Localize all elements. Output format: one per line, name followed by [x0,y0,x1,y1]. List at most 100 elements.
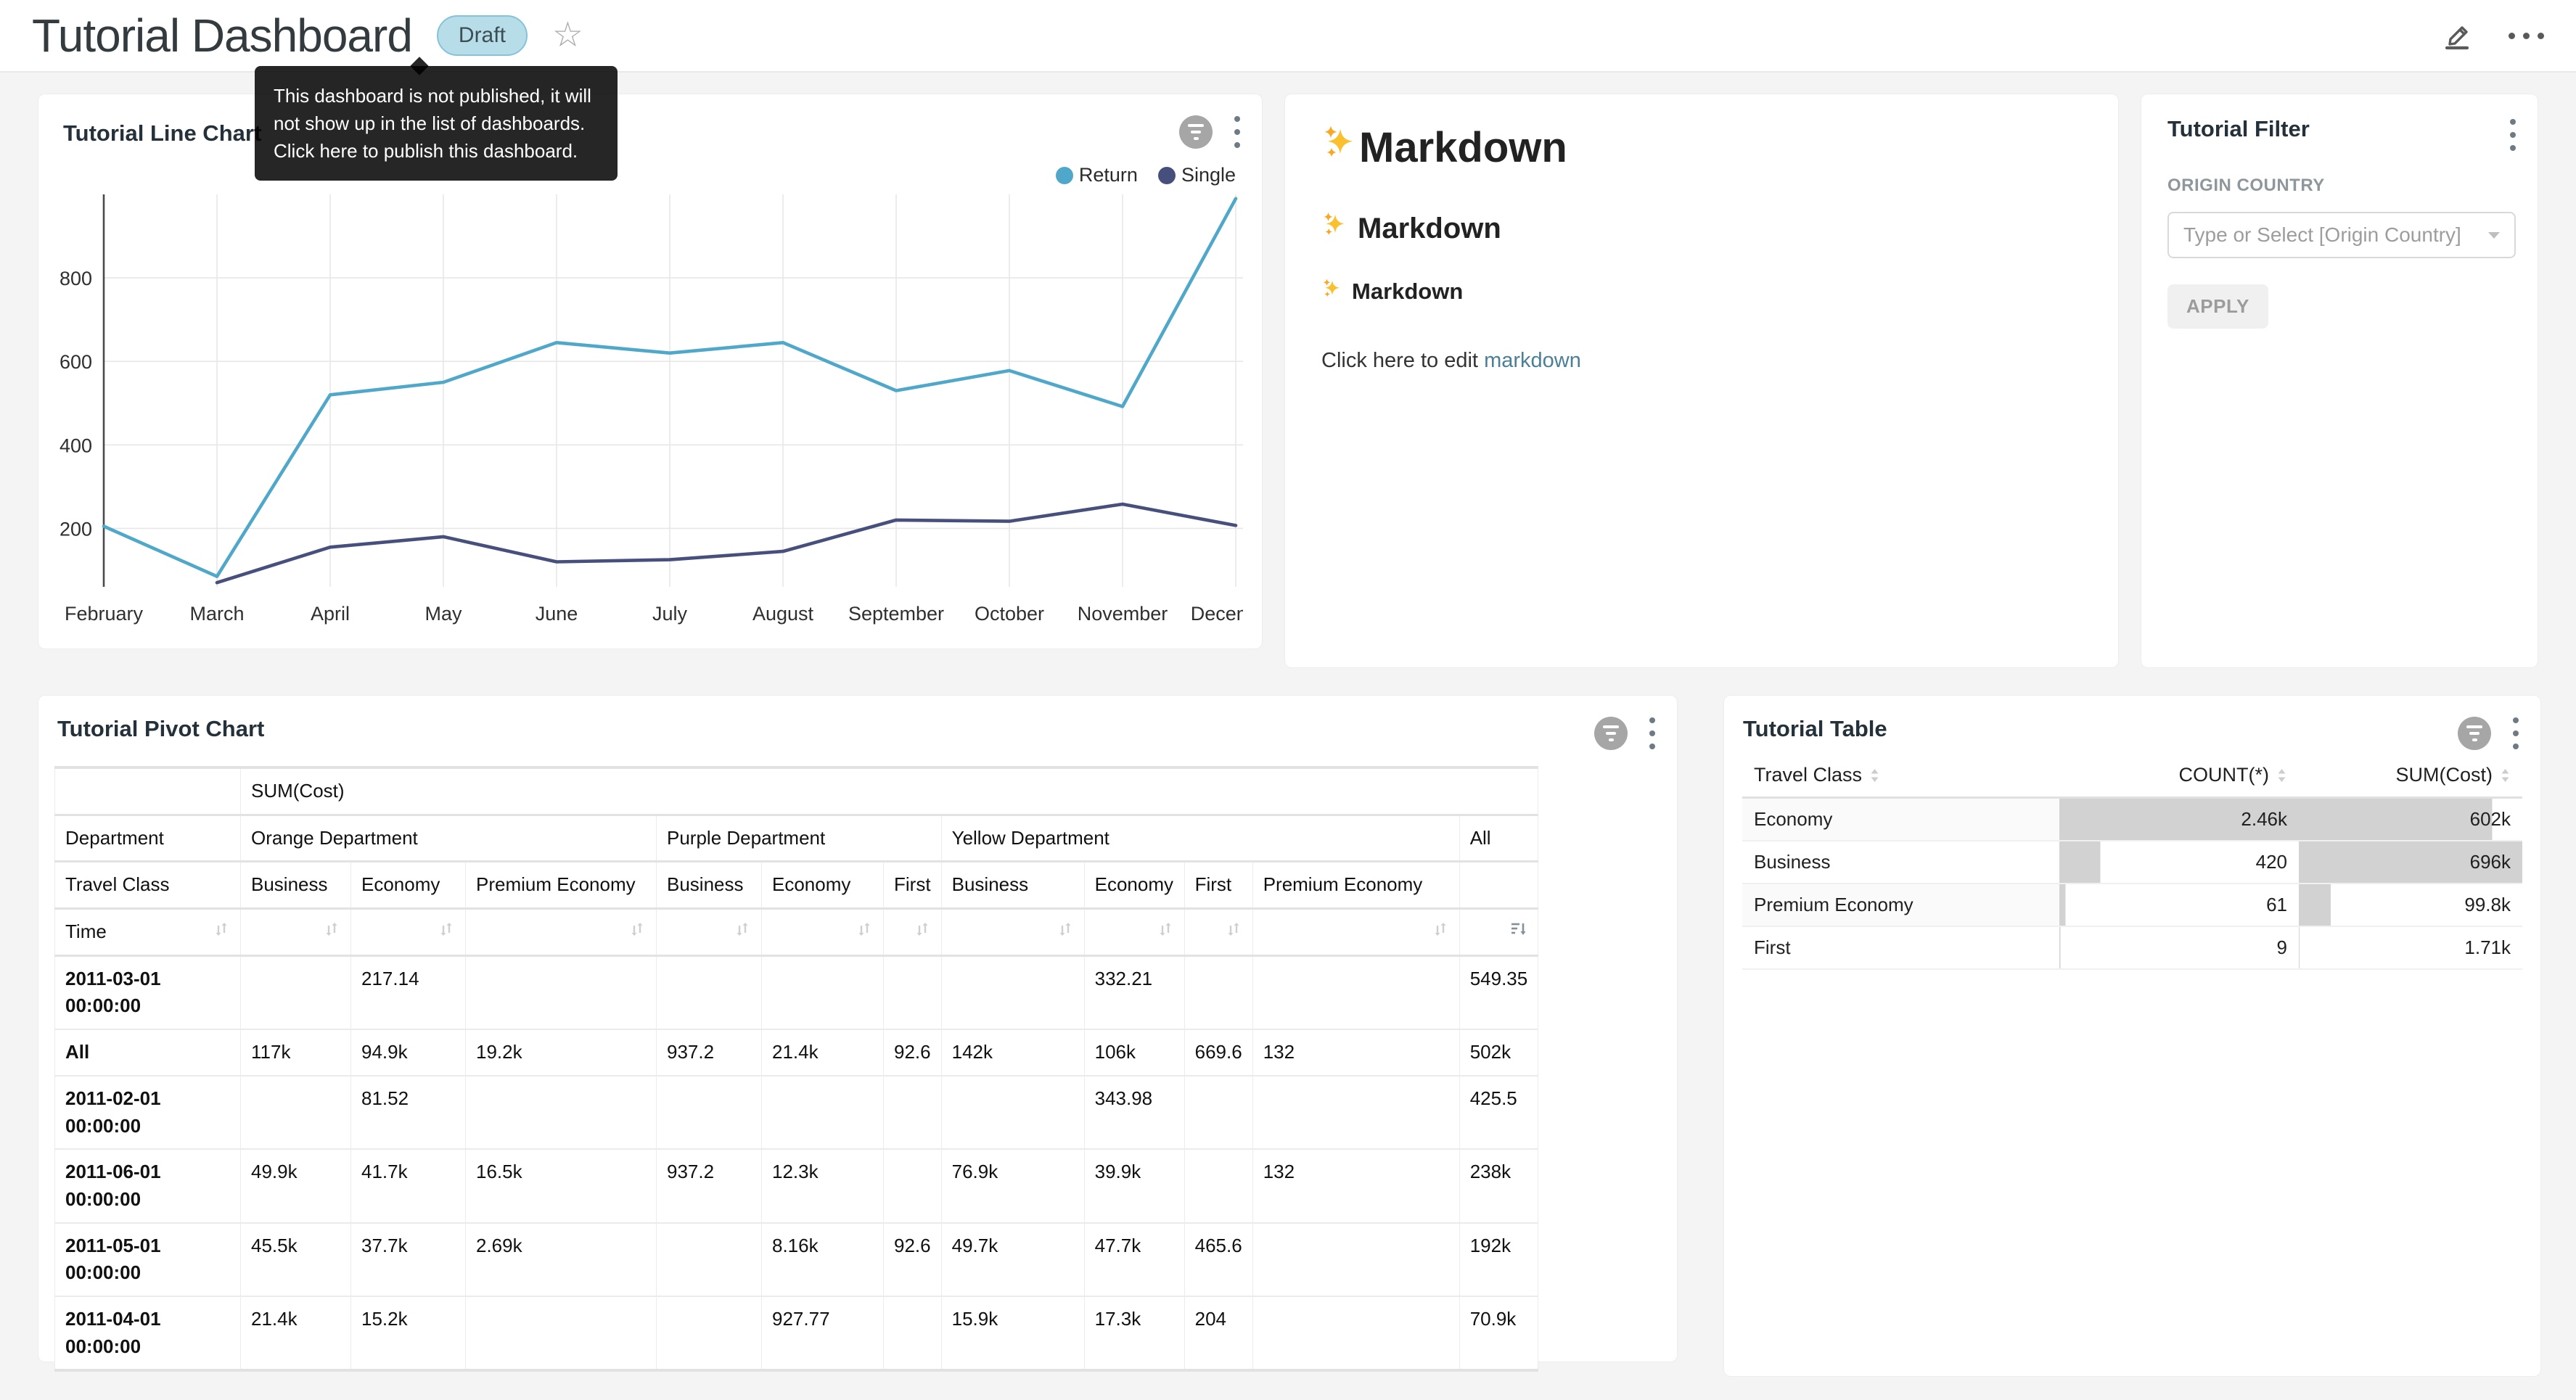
pivot-value-cell: 49.9k [241,1149,351,1222]
table-row[interactable]: Premium Economy 61 99.8k [1742,884,2522,926]
pivot-value-cell: 21.4k [762,1029,884,1076]
chart-kebab-menu[interactable] [1231,113,1243,151]
svg-text:600: 600 [60,351,92,373]
pivot-value-cell [1252,1076,1459,1149]
pivot-value-cell: 332.21 [1084,955,1184,1029]
pivot-value-cell: 45.5k [241,1223,351,1296]
page-title: Tutorial Dashboard [32,9,412,62]
pivot-value-cell: 204 [1184,1296,1252,1370]
pivot-row-label: 2011-06-01 00:00:00 [55,1149,241,1222]
pivot-value-cell: 19.2k [466,1029,657,1076]
pivot-leaf-header: Business [657,862,762,909]
markdown-h1: Markdown [1321,123,2082,172]
table-row[interactable]: Economy 2.46k 602k [1742,798,2522,841]
chart-kebab-menu[interactable] [2510,715,2522,752]
sort-icon[interactable] [1057,921,1074,942]
pivot-value-cell: 217.14 [351,955,466,1029]
pivot-value-cell: 937.2 [657,1149,762,1222]
sparkles-icon [1321,123,1359,172]
col-header-travel-class[interactable]: Travel Class [1742,754,2059,798]
origin-country-label: ORIGIN COUNTRY [2167,176,2511,196]
travel-class-cell: Premium Economy [1742,884,2059,926]
pivot-row-label: 2011-04-01 00:00:00 [55,1296,241,1370]
cross-filter-badge-icon[interactable] [1594,717,1628,750]
pivot-leaf-header: Business [941,862,1084,909]
pivot-value-cell [884,955,942,1029]
table-row[interactable]: Business 420 696k [1742,841,2522,884]
filter-card-title: Tutorial Filter [2167,116,2511,142]
pivot-value-cell: 937.2 [657,1029,762,1076]
pivot-value-cell: 41.7k [351,1149,466,1222]
cross-filter-badge-icon[interactable] [1179,115,1213,149]
pivot-value-cell: 47.7k [1084,1223,1184,1296]
origin-country-select[interactable]: Type or Select [Origin Country] [2167,212,2516,258]
sort-icon[interactable] [1157,921,1174,942]
sum-cost-cell: 99.8k [2299,884,2522,926]
travel-class-cell: Business [1742,841,2059,884]
col-header-count[interactable]: COUNT(*) [2059,754,2299,798]
pivot-value-cell [241,1076,351,1149]
sort-icon[interactable] [1432,921,1449,942]
edit-markdown-link[interactable]: markdown [1484,349,1581,372]
dashboard-header: Tutorial Dashboard Draft ☆ [0,0,2576,73]
svg-text:December: December [1191,603,1243,625]
svg-text:August: August [752,603,814,625]
favorite-star-icon[interactable]: ☆ [552,18,583,53]
pivot-corner-department: Department [55,815,241,862]
sort-icon[interactable] [628,921,646,942]
sort-icon[interactable] [438,921,455,942]
pivot-leaf-header: First [884,862,942,909]
status-badge[interactable]: Draft [437,15,528,56]
pivot-value-cell: 502k [1459,1029,1538,1076]
publish-tooltip: This dashboard is not published, it will… [255,66,618,181]
count-cell: 61 [2059,884,2299,926]
sort-icon[interactable] [914,921,931,942]
pivot-value-cell: 2.69k [466,1223,657,1296]
col-header-sum-cost[interactable]: SUM(Cost) [2299,754,2522,798]
sparkles-icon [1321,211,1349,246]
more-options-button[interactable] [2509,33,2544,39]
data-table: Travel Class COUNT(*) SUM(Cost) Economy … [1742,754,2522,970]
pivot-value-cell: 76.9k [941,1149,1084,1222]
sort-icon[interactable] [213,918,230,946]
sort-icon[interactable] [856,921,873,942]
apply-button[interactable]: APPLY [2167,284,2268,329]
select-placeholder: Type or Select [Origin Country] [2183,223,2461,247]
pivot-value-cell [762,955,884,1029]
sort-icon[interactable] [1225,921,1242,942]
count-cell: 420 [2059,841,2299,884]
pivot-row: All117k94.9k19.2k937.221.4k92.6142k106k6… [55,1029,1538,1076]
pivot-value-cell: 425.5 [1459,1076,1538,1149]
sort-icon[interactable] [734,921,751,942]
pivot-value-cell: 39.9k [1084,1149,1184,1222]
table-row[interactable]: First 9 1.71k [1742,926,2522,969]
pivot-row: 2011-03-01 00:00:00217.14332.21549.35 [55,955,1538,1029]
pivot-value-cell [657,1076,762,1149]
pivot-value-cell [941,955,1084,1029]
sort-icon[interactable] [323,921,340,942]
pivot-row-label: 2011-03-01 00:00:00 [55,955,241,1029]
pivot-value-cell: 117k [241,1029,351,1076]
pivot-leaf-header: Premium Economy [466,862,657,909]
svg-text:200: 200 [60,518,92,540]
pivot-value-cell [1252,1223,1459,1296]
cross-filter-badge-icon[interactable] [2458,717,2491,750]
pivot-table: SUM(Cost)DepartmentOrange DepartmentPurp… [54,766,1538,1372]
pivot-value-cell: 132 [1252,1029,1459,1076]
sort-desc-icon[interactable] [1510,921,1527,942]
sum-cost-cell: 1.71k [2299,926,2522,969]
pivot-row-label: 2011-02-01 00:00:00 [55,1076,241,1149]
pivot-metric-row: SUM(Cost) [55,767,1538,815]
filter-kebab-menu[interactable] [2507,116,2519,154]
svg-text:400: 400 [60,435,92,456]
pivot-value-cell: 106k [1084,1029,1184,1076]
travel-class-cell: Economy [1742,798,2059,841]
pivot-leaf-header: First [1184,862,1252,909]
edit-dashboard-pencil-icon[interactable] [2440,17,2474,54]
pivot-leaf-header: Economy [351,862,466,909]
pivot-corner-time: Time [65,918,107,946]
chart-kebab-menu[interactable] [1646,715,1658,752]
pivot-value-cell [1184,1149,1252,1222]
dashboard-page: Tutorial Dashboard Draft ☆ This dashboar… [0,0,2576,1400]
line-chart[interactable]: 200400600800FebruaryMarchAprilMayJuneJul… [38,94,1243,650]
